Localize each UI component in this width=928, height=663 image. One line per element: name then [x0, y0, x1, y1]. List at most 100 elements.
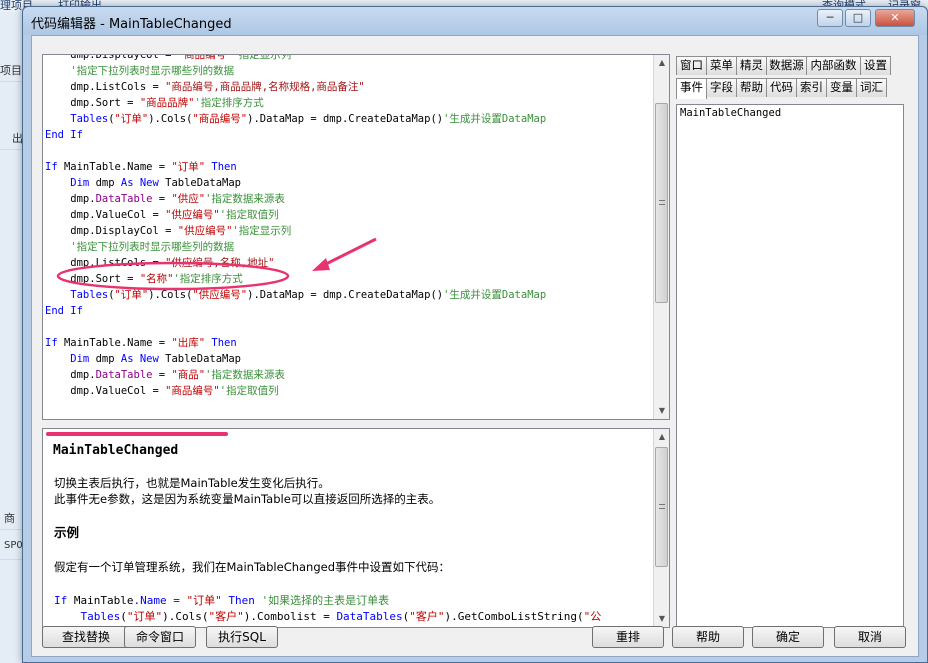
- code-token: dmp.ValueCol =: [45, 209, 166, 221]
- event-list[interactable]: MainTableChanged: [676, 104, 904, 628]
- code-line[interactable]: End If: [45, 127, 83, 143]
- tab-builtin-functions[interactable]: 内部函数: [806, 56, 861, 75]
- code-token: dmp.: [45, 369, 96, 381]
- help-description-1: 切换主表后执行，也就是MainTable发生变化后执行。: [54, 476, 330, 490]
- bg-left-label: 出: [0, 130, 23, 150]
- tab-settings[interactable]: 设置: [860, 56, 891, 75]
- code-token: End If: [45, 305, 83, 317]
- code-token: dmp.Sort =: [45, 97, 140, 109]
- code-line[interactable]: dmp.Sort = "商品品牌"'指定排序方式: [45, 95, 264, 111]
- help-title: MainTableChanged: [53, 443, 179, 458]
- scroll-up-icon[interactable]: ▲: [654, 429, 669, 445]
- scroll-thumb[interactable]: [655, 447, 668, 567]
- code-token: "订单": [114, 113, 149, 125]
- code-token: '指定取值列: [219, 209, 279, 221]
- code-line[interactable]: dmp.ListCols = "商品编号,商品品牌,名称规格,商品备注": [45, 79, 364, 95]
- code-token: MainTable.Name =: [63, 337, 172, 349]
- code-editor-dialog: 代码编辑器 - MainTableChanged ─ □ ✕ dmp.Displ…: [22, 6, 928, 663]
- tab-help[interactable]: 帮助: [736, 78, 767, 97]
- code-token: "商品编号": [192, 113, 248, 125]
- help-example-heading: 示例: [54, 525, 80, 540]
- maximize-button[interactable]: □: [845, 9, 871, 27]
- execute-sql-button[interactable]: 执行SQL: [206, 626, 278, 648]
- title-bar[interactable]: 代码编辑器 - MainTableChanged ─ □ ✕: [23, 7, 927, 35]
- code-token: "供应编号,名称,地址": [165, 257, 275, 269]
- event-item[interactable]: MainTableChanged: [680, 107, 781, 119]
- command-window-button[interactable]: 命令窗口: [124, 626, 196, 648]
- cancel-button[interactable]: 取消: [834, 626, 906, 648]
- code-line[interactable]: dmp.DataTable = "商品"'指定数据来源表: [45, 367, 285, 383]
- help-scrollbar[interactable]: ▲ ▼: [653, 429, 669, 627]
- code-token: "订单": [171, 161, 206, 173]
- code-token: Tables: [45, 113, 109, 125]
- tab-variables[interactable]: 变量: [826, 78, 857, 97]
- code-token: Then: [205, 161, 237, 173]
- code-token: TableDataMap: [165, 353, 241, 365]
- code-line[interactable]: '指定下拉列表时显示哪些列的数据: [45, 239, 234, 255]
- code-token: '生成并设置DataMap: [443, 289, 547, 301]
- scroll-up-icon[interactable]: ▲: [654, 55, 669, 71]
- code-line[interactable]: dmp.ListCols = "供应编号,名称,地址": [45, 255, 274, 271]
- code-line[interactable]: '指定下拉列表时显示哪些列的数据: [45, 63, 234, 79]
- code-token: '如果选择的主表是订单表: [261, 594, 390, 607]
- minimize-button[interactable]: ─: [817, 9, 843, 27]
- tab-index[interactable]: 索引: [796, 78, 827, 97]
- tab-code[interactable]: 代码: [766, 78, 797, 97]
- code-token: "商品品牌": [139, 97, 195, 109]
- help-button[interactable]: 帮助: [672, 626, 744, 648]
- code-token: ).DataMap = dmp.CreateDataMap(): [247, 113, 444, 125]
- code-line[interactable]: End If: [45, 303, 83, 319]
- code-line[interactable]: Tables("订单").Cols("商品编号").DataMap = dmp.…: [45, 111, 546, 127]
- code-token: Dim: [45, 353, 96, 365]
- tab-vocabulary[interactable]: 词汇: [856, 78, 887, 97]
- tab-events[interactable]: 事件: [676, 78, 707, 99]
- code-token: If: [54, 594, 74, 607]
- tab-datasource[interactable]: 数据源: [766, 56, 807, 75]
- find-replace-button[interactable]: 查找替换: [42, 626, 130, 648]
- code-line[interactable]: Dim dmp As New TableDataMap: [45, 351, 241, 367]
- close-button[interactable]: ✕: [875, 9, 915, 27]
- code-token: DataTable: [95, 193, 153, 205]
- code-token: dmp.Sort =: [45, 273, 140, 285]
- tab-window[interactable]: 窗口: [676, 56, 707, 75]
- rearrange-button[interactable]: 重排: [592, 626, 664, 648]
- scroll-down-icon[interactable]: ▼: [654, 403, 669, 419]
- code-line[interactable]: dmp.Sort = "名称"'指定排序方式: [45, 271, 243, 287]
- code-token: DataTables: [336, 610, 403, 623]
- code-line[interactable]: Tables("订单").Cols("供应编号").DataMap = dmp.…: [45, 287, 546, 303]
- scroll-down-icon[interactable]: ▼: [654, 611, 669, 627]
- code-token: '指定排序方式: [173, 273, 243, 285]
- code-line[interactable]: dmp.DataTable = "供应"'指定数据来源表: [45, 191, 285, 207]
- tab-menu[interactable]: 菜单: [706, 56, 737, 75]
- dialog-client: dmp.DisplayCol = "商品编号"'指定显示列 '指定下拉列表时显示…: [31, 35, 919, 657]
- code-token: Then: [221, 594, 262, 607]
- code-line[interactable]: If MainTable.Name = "出库" Then: [45, 335, 237, 351]
- code-token: TableDataMap: [165, 177, 241, 189]
- code-token: ).Cols(: [148, 113, 193, 125]
- help-description-2: 此事件无e参数，这是因为系统变量MainTable可以直接返回所选择的主表。: [54, 492, 441, 506]
- code-editor[interactable]: dmp.DisplayCol = "商品编号"'指定显示列 '指定下拉列表时显示…: [42, 54, 670, 420]
- code-line[interactable]: dmp.ValueCol = "商品编号"'指定取值列: [45, 383, 278, 399]
- tab-fields[interactable]: 字段: [706, 78, 737, 97]
- code-line[interactable]: Dim dmp As New TableDataMap: [45, 175, 241, 191]
- code-token: End If: [45, 129, 83, 141]
- tab-wizard[interactable]: 精灵: [736, 56, 767, 75]
- code-token: "供应": [171, 193, 206, 205]
- help-pane[interactable]: MainTableChanged 切换主表后执行，也就是MainTable发生变…: [42, 428, 670, 628]
- code-token: "客户": [208, 610, 244, 623]
- code-token: ).Cols(: [148, 289, 193, 301]
- window-title: 代码编辑器 - MainTableChanged: [31, 17, 232, 32]
- code-lines[interactable]: dmp.DisplayCol = "商品编号"'指定显示列 '指定下拉列表时显示…: [45, 55, 655, 419]
- tab-row-1: 窗口 菜单 精灵 数据源 内部函数 设置: [676, 56, 906, 75]
- code-token: "订单": [126, 610, 163, 623]
- code-token: If: [45, 337, 64, 349]
- code-line[interactable]: If MainTable.Name = "订单" Then: [45, 159, 237, 175]
- code-token: ).GetComboListString(: [444, 610, 584, 623]
- code-token: Then: [205, 337, 237, 349]
- code-scrollbar[interactable]: ▲ ▼: [653, 55, 669, 419]
- scroll-thumb[interactable]: [655, 103, 668, 303]
- code-line[interactable]: dmp.DisplayCol = "商品编号"'指定显示列: [45, 55, 291, 63]
- code-line[interactable]: dmp.DisplayCol = "供应编号"'指定显示列: [45, 223, 291, 239]
- ok-button[interactable]: 确定: [752, 626, 824, 648]
- code-line[interactable]: dmp.ValueCol = "供应编号"'指定取值列: [45, 207, 279, 223]
